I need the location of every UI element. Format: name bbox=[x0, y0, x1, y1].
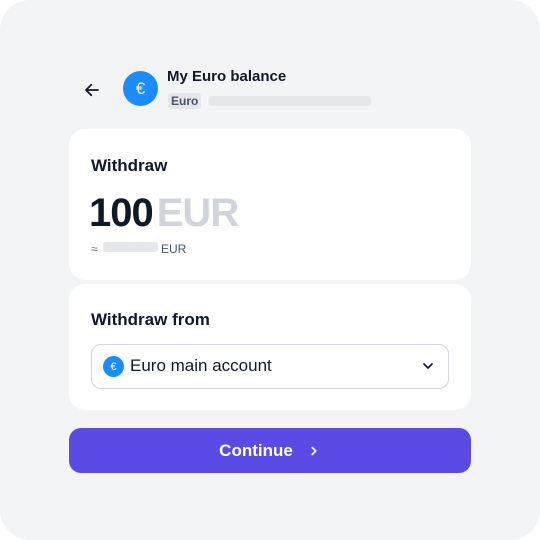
account-currency-badge: Euro bbox=[168, 93, 202, 109]
approx-currency: EUR bbox=[161, 242, 187, 256]
withdraw-screen: € My Euro balance Euro Withdraw 100 EUR ≈… bbox=[0, 0, 540, 540]
approx-symbol: ≈ bbox=[91, 242, 98, 256]
continue-label: Continue bbox=[219, 440, 293, 460]
continue-button[interactable]: Continue bbox=[69, 428, 471, 473]
chevron-right-icon bbox=[311, 446, 317, 455]
arrow-left-icon bbox=[85, 83, 99, 97]
amount-card: Withdraw 100 EUR ≈ EUR bbox=[69, 129, 471, 280]
account-select[interactable]: € Euro main account bbox=[91, 344, 449, 389]
account-title: My Euro balance bbox=[167, 68, 287, 85]
selected-account-label: Euro main account bbox=[130, 356, 272, 375]
amount-currency: EUR bbox=[156, 191, 239, 235]
redacted-converted-amount bbox=[103, 242, 158, 252]
withdraw-from-card: Withdraw from € Euro main account bbox=[69, 284, 471, 410]
redacted-account-details bbox=[209, 96, 371, 106]
euro-flag-icon: € bbox=[123, 71, 158, 106]
euro-icon: € bbox=[103, 356, 124, 377]
amount-input[interactable]: 100 EUR bbox=[89, 191, 239, 236]
amount-value: 100 bbox=[89, 191, 154, 235]
withdraw-from-label: Withdraw from bbox=[91, 310, 210, 329]
back-button[interactable] bbox=[80, 78, 104, 102]
chevron-down-icon bbox=[423, 363, 433, 369]
withdraw-label: Withdraw bbox=[91, 156, 168, 175]
